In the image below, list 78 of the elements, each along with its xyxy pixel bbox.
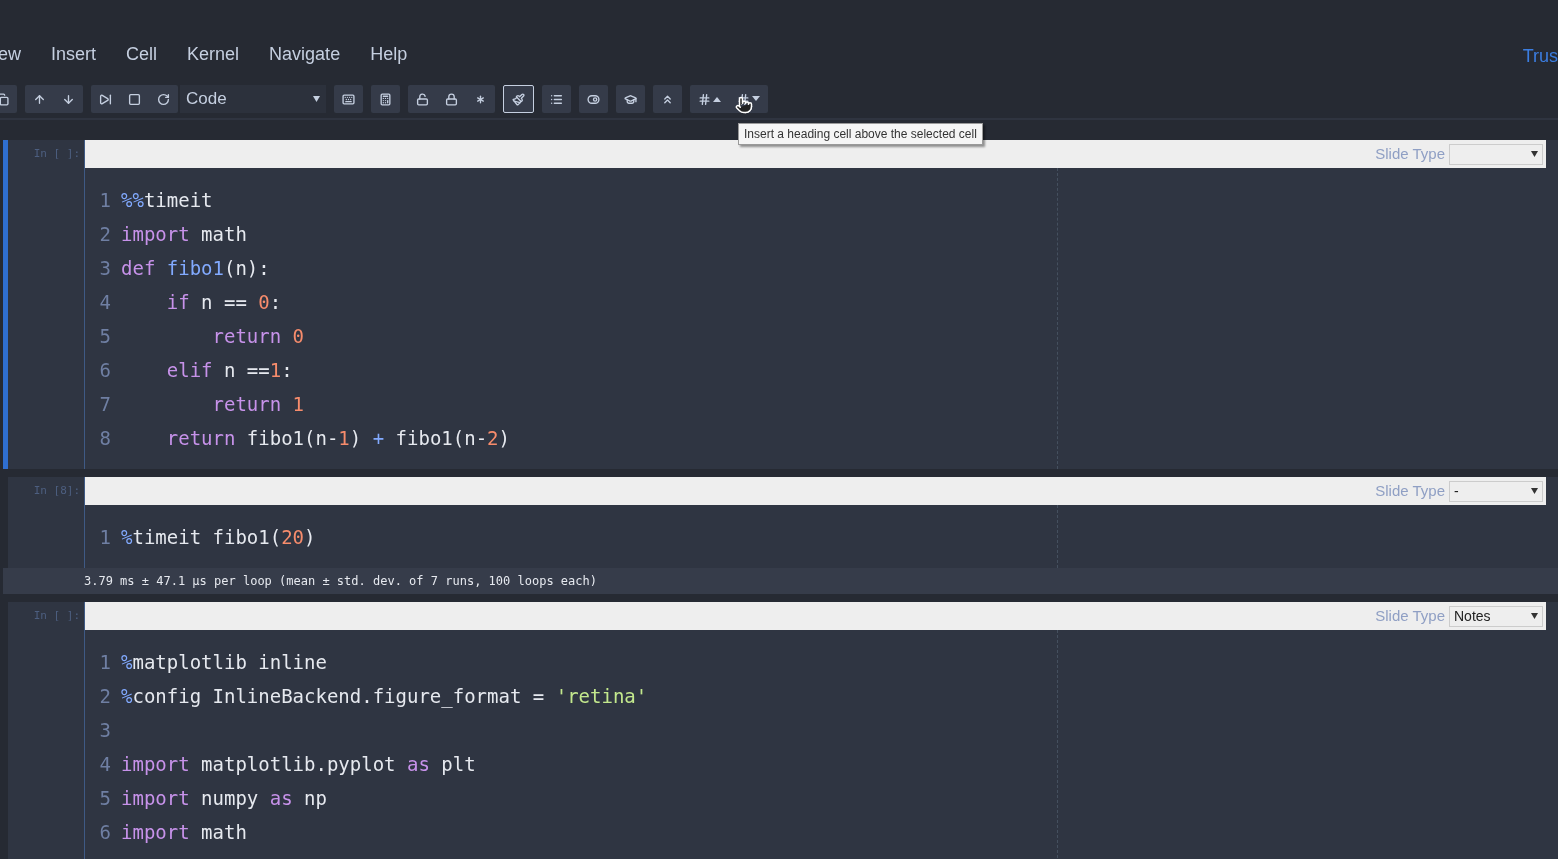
slide-type-label: Slide Type bbox=[1375, 605, 1445, 626]
toolbar-button[interactable] bbox=[371, 85, 400, 113]
code-line: return 1 bbox=[211, 391, 305, 417]
toggle-icon bbox=[587, 92, 600, 106]
paintbrush-icon bbox=[512, 92, 525, 106]
line-number: 1 bbox=[98, 649, 112, 675]
line-number: 5 bbox=[98, 323, 112, 349]
line-number: 7 bbox=[98, 391, 112, 417]
code-line: import matplotlib.pyplot as plt bbox=[121, 751, 476, 777]
menu-item[interactable]: Kernel bbox=[187, 41, 240, 68]
line-number: 4 bbox=[98, 751, 112, 777]
cell-prompt: In [ ]: bbox=[33, 608, 80, 624]
step-forward-icon bbox=[99, 92, 112, 106]
arrow-down-icon bbox=[62, 92, 75, 106]
menu-item[interactable]: Insert bbox=[51, 41, 97, 68]
graduation-cap-icon bbox=[624, 92, 637, 106]
lock-icon bbox=[445, 92, 458, 106]
code-line: %%timeit bbox=[121, 187, 213, 213]
code-editor[interactable]: 1 %matplotlib inline 2 %config InlineBackend.figure_format = 'retina' 3 4 import matplotlib.pyplot as plt 5 import numpy as np 6 import math bbox=[85, 630, 1546, 859]
code-line: return fibo1(n-1) + fibo1(n-2) bbox=[165, 425, 510, 451]
code-editor[interactable]: 1 %timeit fibo1(20) bbox=[85, 505, 1546, 568]
trusted-indicator[interactable]: Trus bbox=[1522, 43, 1558, 70]
hand-cursor-icon bbox=[735, 96, 753, 114]
code-line: def fibo1(n): bbox=[121, 255, 270, 281]
caret-down-icon bbox=[1531, 613, 1538, 619]
line-number: 4 bbox=[98, 289, 112, 315]
cell-prompt: In [ ]: bbox=[33, 146, 80, 162]
tooltip: Insert a heading cell above the selected cell bbox=[738, 123, 983, 145]
code-line: %config InlineBackend.figure_format = 'retina' bbox=[121, 683, 648, 710]
slide-type-value: - bbox=[1454, 481, 1459, 501]
calculator-icon bbox=[379, 92, 392, 106]
restart-icon bbox=[157, 92, 170, 106]
caret-down-icon bbox=[313, 96, 320, 102]
keyboard-icon bbox=[342, 92, 355, 106]
code-editor[interactable]: 1 %%timeit 2 import math 3 def fibo1(n): 4 if n == 0: 5 return 0 6 elif n ==1: 7 return 1 8 return fibo1(n-1) + fibo1(n-2) bbox=[85, 168, 1546, 469]
arrow-up-icon bbox=[33, 92, 46, 106]
stop-icon bbox=[128, 92, 141, 106]
code-line: elif n ==1: bbox=[165, 357, 293, 383]
caret-down-icon bbox=[1531, 488, 1538, 494]
caret-up-icon bbox=[713, 96, 721, 102]
menu-item[interactable]: Navigate bbox=[269, 41, 341, 68]
slide-type-label: Slide Type bbox=[1375, 480, 1445, 501]
code-line: import numpy as np bbox=[121, 785, 327, 811]
hash-icon bbox=[698, 92, 711, 106]
cell-prompt: In [8]: bbox=[33, 483, 80, 499]
caret-down-icon bbox=[1531, 151, 1538, 157]
line-number: 2 bbox=[98, 221, 112, 247]
line-number: 3 bbox=[98, 717, 112, 743]
list-icon bbox=[550, 92, 563, 106]
slide-type-value: Notes bbox=[1454, 606, 1491, 626]
toolbar-button[interactable] bbox=[503, 85, 534, 113]
line-number: 1 bbox=[98, 524, 112, 550]
menu-item[interactable]: Cell bbox=[126, 41, 158, 68]
line-number: 6 bbox=[98, 357, 112, 383]
code-line: %timeit fibo1(20) bbox=[121, 524, 316, 550]
toolbar-button[interactable] bbox=[579, 85, 608, 113]
code-line: %matplotlib inline bbox=[121, 649, 327, 675]
code-line: import math bbox=[121, 819, 247, 845]
slide-type-select[interactable]: - bbox=[1449, 480, 1543, 502]
line-number: 6 bbox=[98, 819, 112, 845]
line-number: 8 bbox=[98, 425, 112, 451]
line-number: 5 bbox=[98, 785, 112, 811]
unlock-icon bbox=[416, 92, 429, 106]
line-number: 1 bbox=[98, 187, 112, 213]
line-number: 3 bbox=[98, 255, 112, 281]
cell-type-select[interactable]: Code bbox=[180, 85, 326, 113]
code-line: import math bbox=[121, 221, 247, 247]
code-line: if n == 0: bbox=[165, 289, 282, 315]
slide-type-select[interactable]: Notes bbox=[1449, 605, 1543, 627]
code-line: return 0 bbox=[211, 323, 305, 349]
slide-type-label: Slide Type bbox=[1375, 143, 1445, 164]
line-number: 2 bbox=[98, 683, 112, 709]
cell-output: 3.79 ms ± 47.1 µs per loop (mean ± std. dev. of 7 runs, 100 loops each) bbox=[84, 573, 597, 590]
copy-icon bbox=[0, 92, 9, 106]
toolbar-button[interactable] bbox=[542, 85, 571, 113]
toolbar-button[interactable] bbox=[616, 85, 645, 113]
caret-down-icon bbox=[752, 96, 760, 102]
menu-item[interactable]: Help bbox=[370, 41, 408, 68]
